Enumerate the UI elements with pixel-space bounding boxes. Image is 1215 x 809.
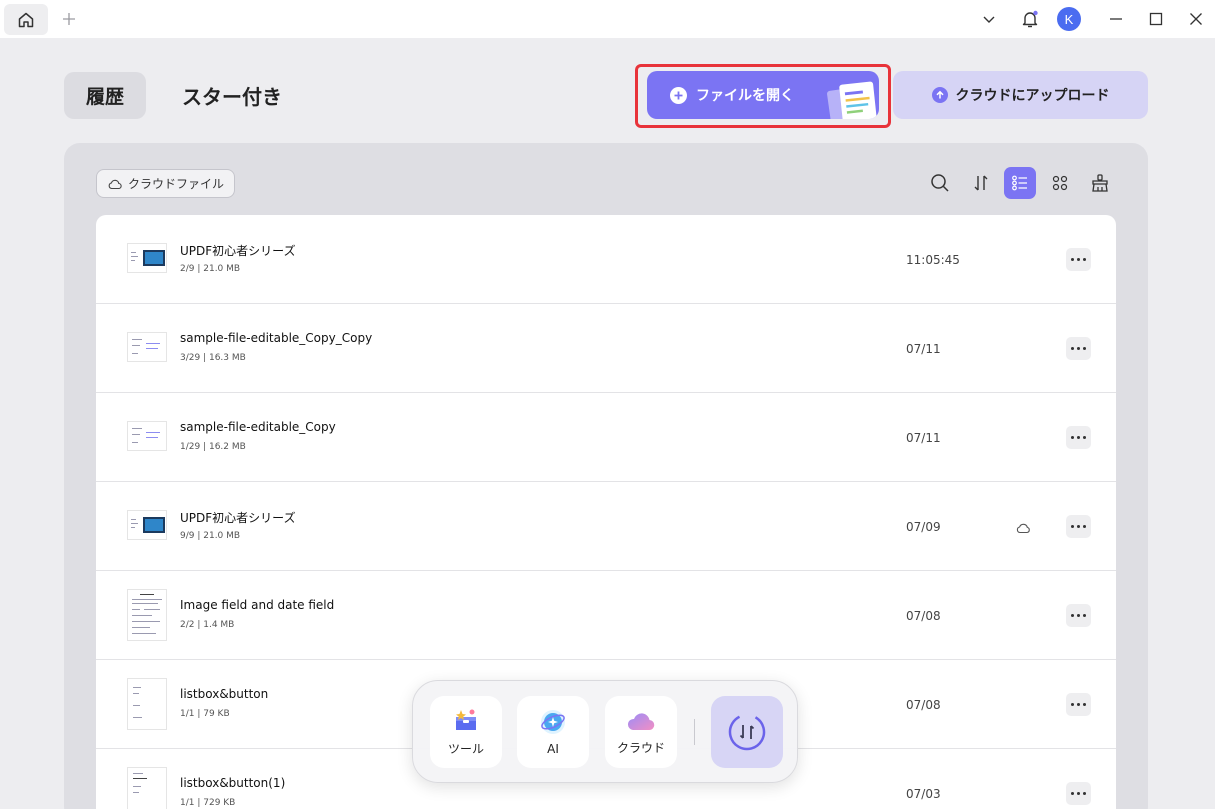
broom-icon — [1092, 174, 1108, 192]
file-thumbnail — [127, 332, 167, 362]
user-avatar[interactable]: K — [1057, 7, 1081, 31]
table-row[interactable]: sample-file-editable_Copy_Copy 3/29 | 16… — [96, 304, 1116, 393]
more-button[interactable] — [1066, 337, 1091, 360]
more-button[interactable] — [1066, 782, 1091, 805]
more-button[interactable] — [1066, 248, 1091, 271]
file-date: 11:05:45 — [906, 253, 960, 267]
file-meta: 1/1 | 729 KB — [180, 798, 236, 808]
cloud-label: クラウド — [616, 740, 665, 755]
file-meta: 1/29 | 16.2 MB — [180, 442, 246, 452]
grid-view-button[interactable] — [1044, 167, 1076, 199]
dropdown-button[interactable] — [977, 7, 1001, 31]
notification-button[interactable] — [1018, 7, 1042, 31]
plus-icon — [63, 13, 75, 25]
tab-starred[interactable]: スター付き — [162, 72, 302, 119]
bell-icon — [1022, 10, 1038, 28]
home-tab[interactable] — [4, 4, 48, 35]
close-icon — [1190, 13, 1202, 25]
tab-history[interactable]: 履歴 — [64, 72, 146, 119]
toolbox-icon — [456, 709, 476, 730]
table-row[interactable]: sample-file-editable_Copy 1/29 | 16.2 MB… — [96, 393, 1116, 482]
file-meta: 2/9 | 21.0 MB — [180, 264, 241, 274]
search-button[interactable] — [924, 167, 956, 199]
file-name: sample-file-editable_Copy_Copy — [180, 331, 373, 345]
minimize-button[interactable] — [1104, 7, 1128, 31]
close-button[interactable] — [1184, 7, 1208, 31]
more-button[interactable] — [1066, 515, 1091, 538]
title-bar: K — [0, 0, 1215, 38]
cloud-icon — [627, 712, 655, 730]
clean-button[interactable] — [1084, 167, 1116, 199]
file-thumbnail — [127, 767, 167, 809]
file-date: 07/11 — [906, 431, 941, 445]
home-icon — [18, 12, 34, 27]
cloud-files-label: クラウドファイル — [128, 177, 225, 191]
file-meta: 2/2 | 1.4 MB — [180, 620, 235, 630]
tools-button[interactable]: ツール — [430, 696, 502, 768]
grid-view-icon — [1052, 175, 1068, 191]
file-name: sample-file-editable_Copy — [180, 420, 336, 434]
file-meta: 9/9 | 21.0 MB — [180, 531, 241, 541]
chevron-down-icon — [983, 16, 995, 23]
cloud-button[interactable]: クラウド — [605, 696, 677, 768]
tools-label: ツール — [447, 741, 484, 756]
file-date: 07/09 — [906, 520, 941, 534]
file-name: listbox&button — [180, 687, 269, 701]
more-button[interactable] — [1066, 426, 1091, 449]
ai-button[interactable]: AI — [517, 696, 589, 768]
file-date: 07/08 — [906, 609, 941, 623]
list-view-icon — [1012, 175, 1027, 191]
cloud-files-button[interactable]: クラウドファイル — [96, 169, 235, 198]
ai-icon — [541, 710, 565, 734]
file-meta: 3/29 | 16.3 MB — [180, 353, 246, 363]
file-name: UPDF初心者シリーズ — [180, 511, 296, 525]
more-button[interactable] — [1066, 604, 1091, 627]
upload-icon — [931, 87, 948, 103]
table-row[interactable]: Image field and date field 2/2 | 1.4 MB … — [96, 571, 1116, 660]
file-date: 07/11 — [906, 342, 941, 356]
search-icon — [931, 174, 949, 192]
file-name: listbox&button(1) — [180, 776, 286, 790]
maximize-icon — [1149, 12, 1163, 26]
file-meta: 1/1 | 79 KB — [180, 709, 230, 719]
quick-dock: ツール AI クラウド — [412, 680, 798, 783]
table-row[interactable]: UPDF初心者シリーズ 2/9 | 21.0 MB 11:05:45 — [96, 215, 1116, 304]
cloud-icon — [108, 179, 122, 189]
highlight-frame — [635, 64, 891, 128]
list-view-button[interactable] — [1004, 167, 1036, 199]
file-thumbnail — [127, 678, 167, 730]
file-thumbnail — [127, 421, 167, 451]
file-thumbnail — [127, 589, 167, 641]
table-row[interactable]: UPDF初心者シリーズ 9/9 | 21.0 MB 07/09 — [96, 482, 1116, 571]
maximize-button[interactable] — [1144, 7, 1168, 31]
sort-button[interactable] — [965, 167, 997, 199]
ai-label: AI — [547, 742, 559, 756]
file-thumbnail — [127, 243, 167, 273]
file-name: UPDF初心者シリーズ — [180, 244, 296, 258]
convert-icon — [728, 713, 766, 751]
upload-cloud-label: クラウドにアップロード — [955, 88, 1110, 104]
new-tab-button[interactable] — [58, 8, 80, 30]
dock-divider — [694, 719, 695, 745]
sort-icon — [974, 175, 988, 191]
cloud-synced-icon — [1016, 519, 1031, 538]
file-date: 07/03 — [906, 787, 941, 801]
file-thumbnail — [127, 510, 167, 540]
more-button[interactable] — [1066, 693, 1091, 716]
minimize-icon — [1110, 18, 1122, 20]
file-date: 07/08 — [906, 698, 941, 712]
file-name: Image field and date field — [180, 598, 335, 612]
upload-cloud-button[interactable]: クラウドにアップロード — [893, 71, 1148, 119]
convert-button[interactable] — [711, 696, 783, 768]
